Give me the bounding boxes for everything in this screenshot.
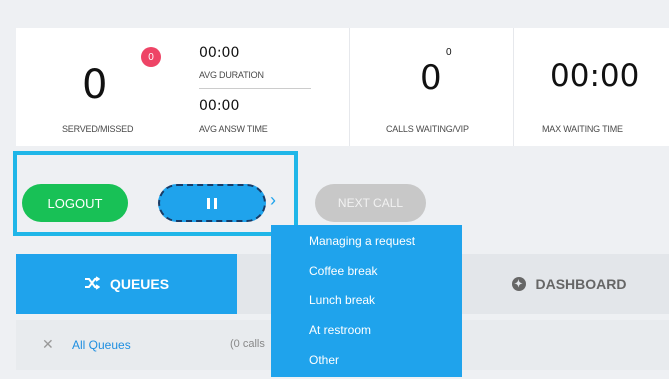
menu-item-coffee-break[interactable]: Coffee break [309, 264, 378, 278]
divider [199, 88, 311, 89]
avg-duration-value: 00:00 [199, 45, 240, 61]
tab-dashboard[interactable]: ✦ DASHBOARD [469, 254, 669, 314]
queue-calls-count: (0 calls [230, 338, 265, 350]
close-icon[interactable]: ✕ [42, 336, 54, 353]
chevron-right-icon[interactable]: › [270, 190, 276, 211]
all-queues-link[interactable]: All Queues [72, 338, 131, 352]
menu-item-managing-request[interactable]: Managing a request [309, 234, 415, 248]
pause-button[interactable] [158, 184, 266, 222]
avg-duration-label: AVG DURATION [199, 70, 264, 80]
served-value: 0 [82, 62, 108, 108]
shuffle-icon [84, 275, 101, 293]
calls-waiting-label: CALLS WAITING/VIP [386, 124, 469, 134]
tab-dashboard-label: DASHBOARD [535, 276, 627, 292]
tab-queues-label: QUEUES [109, 276, 170, 292]
avg-answer-value: 00:00 [199, 98, 240, 114]
avg-answer-label: AVG ANSW TIME [199, 124, 268, 134]
stat-divider [513, 28, 514, 146]
max-waiting-label: MAX WAITING TIME [542, 124, 623, 134]
pause-icon [207, 197, 217, 209]
served-label: SERVED/MISSED [62, 124, 134, 134]
pause-reason-menu: Managing a request Coffee break Lunch br… [271, 225, 462, 377]
stat-divider [349, 28, 350, 146]
next-call-button[interactable]: NEXT CALL [315, 184, 426, 222]
menu-item-at-restroom[interactable]: At restroom [309, 323, 371, 337]
logout-button[interactable]: LOGOUT [22, 184, 128, 222]
tab-queues[interactable]: QUEUES [16, 254, 237, 314]
accessibility-icon: ✦ [511, 277, 526, 291]
menu-item-lunch-break[interactable]: Lunch break [309, 293, 375, 307]
vip-count: 0 [446, 47, 452, 58]
menu-item-other[interactable]: Other [309, 353, 339, 367]
calls-waiting-value: 0 [420, 58, 442, 98]
max-waiting-value: 00:00 [550, 58, 640, 94]
missed-badge: 0 [141, 47, 161, 67]
